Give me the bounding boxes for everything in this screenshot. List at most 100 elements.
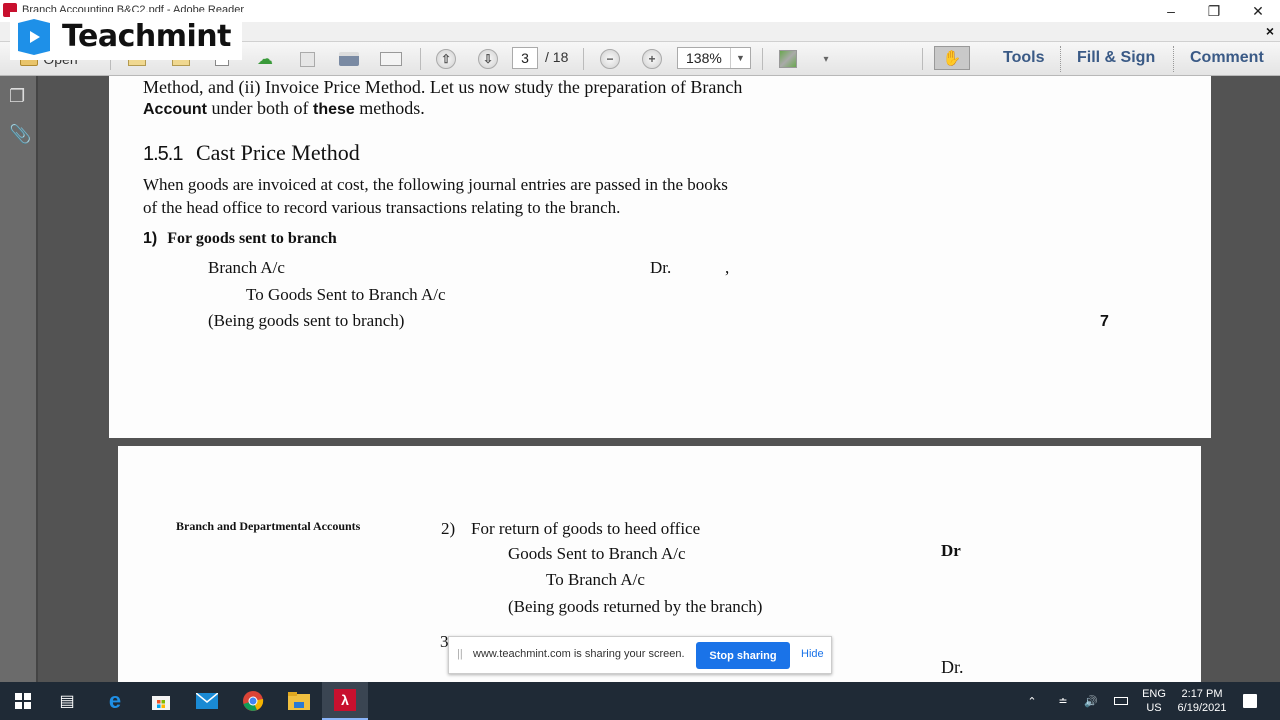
teachmint-book-icon — [14, 17, 54, 55]
hand-icon: ✋ — [942, 50, 962, 67]
close-icon: ✕ — [1252, 2, 1264, 19]
page-thumbnails-icon[interactable]: ❐ — [9, 86, 29, 106]
save-button[interactable] — [294, 47, 320, 71]
previous-page-button[interactable]: ⇧ — [433, 47, 459, 71]
windows-taskbar: ▤ e λ ⌃ ≐ 🔊 ENG US 2:17 PM 6/19/2021 — [0, 682, 1280, 720]
toolbar-separator — [762, 48, 763, 70]
chrome-icon — [243, 691, 264, 711]
pdf-page-3: Method, and (ii) Invoice Price Method. L… — [109, 76, 1211, 438]
debit-marker: Dr. — [941, 657, 964, 677]
attachments-paperclip-icon[interactable]: 📎 — [9, 124, 31, 144]
arrow-down-icon: ⇩ — [478, 49, 498, 69]
print-icon — [339, 52, 359, 66]
speaker-icon: 🔊 — [1084, 695, 1098, 708]
stop-sharing-button[interactable]: Stop sharing — [696, 642, 790, 669]
debit-account: Branch A/c — [208, 258, 285, 277]
wifi-icon: ≐ — [1058, 695, 1068, 708]
entry-title: For return of goods to heed office — [471, 519, 701, 538]
minimize-button[interactable]: – — [1149, 0, 1193, 22]
mail-icon — [196, 693, 218, 709]
left-navigation-pane: ❐ 📎 — [0, 76, 38, 682]
hand-tool-button[interactable]: ✋ — [934, 46, 970, 70]
restore-icon: ❐ — [1207, 2, 1221, 19]
clock-time: 2:17 PM — [1181, 688, 1223, 700]
credit-account: To Branch A/c — [546, 570, 645, 589]
text: under both of — [207, 98, 313, 118]
screen-share-notification: || www.teachmint.com is sharing your scr… — [448, 636, 832, 674]
edge-icon: e — [108, 688, 122, 713]
file-explorer-taskbar-button[interactable] — [276, 682, 322, 720]
entry-number: 1) — [143, 230, 158, 247]
print-button[interactable] — [336, 47, 362, 71]
page-total: / 18 — [545, 49, 569, 65]
zoom-out-button[interactable]: − — [597, 47, 623, 71]
pane-separator — [1060, 46, 1061, 72]
paragraph-line: Method, and (ii) Invoice Price Method. L… — [143, 77, 743, 97]
email-button[interactable] — [378, 47, 404, 71]
toolbar-separator — [583, 48, 584, 70]
acrobat-icon: λ — [334, 689, 356, 711]
section-number: 1.5.1 — [143, 143, 183, 165]
adobe-reader-taskbar-button[interactable]: λ — [322, 682, 368, 720]
fit-page-button[interactable] — [775, 47, 801, 71]
expand-icon — [779, 50, 797, 68]
battery-icon — [1114, 697, 1128, 705]
close-document-button[interactable]: × — [1266, 23, 1274, 39]
debit-account: Goods Sent to Branch A/c — [508, 544, 686, 563]
credit-account: To Goods Sent to Branch A/c — [246, 285, 446, 304]
mail-taskbar-button[interactable] — [184, 682, 230, 720]
pane-separator — [1173, 46, 1174, 72]
paragraph-line: When goods are invoiced at cost, the fol… — [143, 175, 728, 194]
windows-logo-icon — [15, 693, 31, 709]
tools-pane-button[interactable]: Tools — [1003, 49, 1044, 67]
minus-icon: − — [600, 49, 620, 69]
narration: (Being goods sent to branch) — [208, 311, 405, 330]
restore-button[interactable]: ❐ — [1192, 0, 1236, 22]
task-view-icon: ▤ — [59, 693, 75, 710]
comment-pane-button[interactable]: Comment — [1190, 49, 1264, 67]
page-number-input[interactable]: 3 — [512, 47, 538, 69]
volume-button[interactable]: 🔊 — [1080, 682, 1102, 720]
next-page-button[interactable]: ⇩ — [475, 47, 501, 71]
arrow-up-icon: ⇧ — [436, 49, 456, 69]
task-view-button[interactable]: ▤ — [44, 682, 90, 720]
drag-handle-icon[interactable]: || — [457, 648, 463, 660]
narration: (Being goods returned by the branch) — [508, 597, 763, 616]
comma-mark: , — [725, 258, 730, 277]
store-icon — [152, 696, 170, 710]
zoom-in-button[interactable]: + — [639, 47, 665, 71]
chevron-down-icon: ▾ — [823, 53, 829, 65]
show-hidden-icons-button[interactable]: ⌃ — [1022, 682, 1042, 720]
zoom-level-value: 138% — [686, 50, 722, 66]
clock[interactable]: 2:17 PM 6/19/2021 — [1172, 682, 1232, 720]
plus-icon: + — [642, 49, 662, 69]
debit-marker: Dr. — [650, 258, 672, 277]
toolbar-more-button[interactable]: ▾ — [813, 47, 839, 71]
battery-button[interactable] — [1110, 682, 1132, 720]
email-icon — [380, 52, 402, 66]
bold-text: Account — [143, 101, 207, 118]
hide-button[interactable]: Hide — [801, 648, 824, 660]
bold-text: these — [312, 101, 355, 118]
store-taskbar-button[interactable] — [138, 682, 184, 720]
zoom-level-select[interactable]: 138% ▼ — [677, 47, 751, 69]
paragraph-line: of the head office to record various tra… — [143, 198, 621, 217]
edge-taskbar-button[interactable]: e — [92, 682, 138, 720]
upload-cloud-button[interactable]: ☁ — [252, 47, 278, 71]
fill-sign-pane-button[interactable]: Fill & Sign — [1077, 49, 1155, 67]
toolbar-separator — [420, 48, 421, 70]
close-button[interactable]: ✕ — [1236, 0, 1280, 22]
toolbar-separator — [922, 48, 923, 70]
section-title: Cast Price Method — [195, 140, 360, 165]
start-button[interactable] — [0, 682, 46, 720]
teachmint-brand: Teachmint — [62, 18, 231, 54]
running-header: Branch and Departmental Accounts — [176, 519, 361, 533]
action-center-button[interactable] — [1238, 682, 1262, 720]
debit-marker: Dr — [941, 541, 961, 560]
chevron-down-icon[interactable]: ▼ — [730, 48, 750, 68]
entry-number: 2) — [441, 519, 456, 538]
input-language-button[interactable]: ENG US — [1136, 682, 1172, 720]
chrome-taskbar-button[interactable] — [230, 682, 276, 720]
notification-icon — [1243, 694, 1257, 708]
network-button[interactable]: ≐ — [1052, 682, 1074, 720]
